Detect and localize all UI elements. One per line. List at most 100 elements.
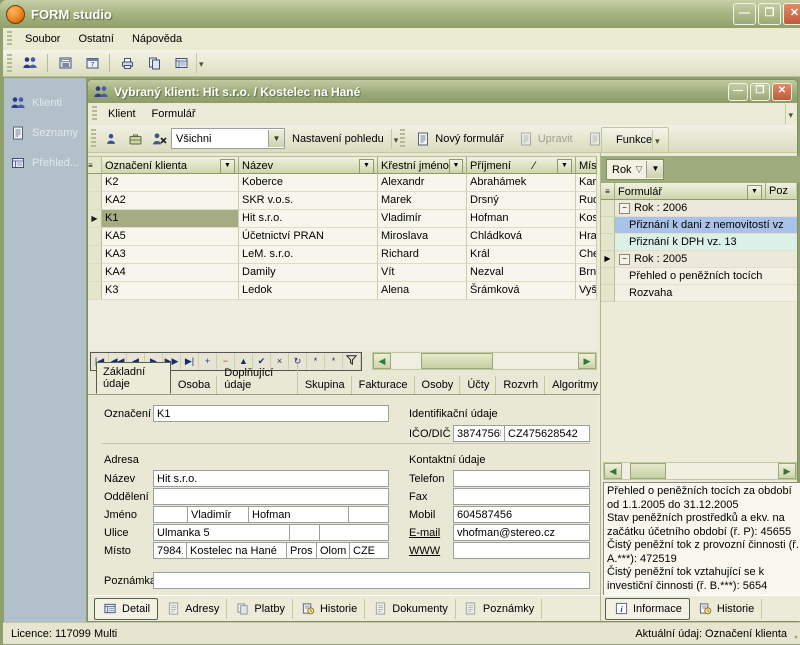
- clients-icon[interactable]: [18, 52, 42, 74]
- tab-osoba[interactable]: Osoba: [172, 376, 217, 394]
- column-header-oznaceni[interactable]: Označení klienta ▼: [102, 157, 239, 174]
- cell[interactable]: Vít: [378, 264, 467, 282]
- menu-ostatni[interactable]: Ostatní: [70, 30, 121, 48]
- menu-napoveda[interactable]: Nápověda: [124, 30, 190, 48]
- column-header-nazev[interactable]: Název ▼: [239, 157, 378, 174]
- table-row-selected[interactable]: ▶ K1 Hit s.r.o. Vladimír Hofman Kost: [88, 210, 597, 228]
- close-button[interactable]: ✕: [783, 3, 800, 25]
- tab-informace[interactable]: Informace: [605, 598, 690, 620]
- menubar-grip[interactable]: [7, 31, 12, 46]
- group-cell[interactable]: −Rok : 2006: [615, 200, 797, 217]
- dic-field[interactable]: [504, 425, 590, 442]
- cell[interactable]: Alexandr: [378, 174, 467, 192]
- tab-ucty[interactable]: Účty: [461, 376, 496, 394]
- header-indicator[interactable]: ≡: [88, 157, 102, 174]
- filter-dropdown-icon[interactable]: ▼: [449, 159, 463, 174]
- child-minimize-button[interactable]: —: [728, 83, 748, 101]
- copy-icon[interactable]: [142, 52, 166, 74]
- menu-formular[interactable]: Formulář: [144, 105, 204, 123]
- calculator-icon[interactable]: [53, 52, 77, 74]
- telefon-field[interactable]: [453, 470, 590, 487]
- cell[interactable]: Marek: [378, 192, 467, 210]
- cell[interactable]: Damily: [239, 264, 378, 282]
- functions-button[interactable]: Funkce ▾: [601, 127, 669, 153]
- stat-field[interactable]: [349, 542, 389, 559]
- client-filter-select[interactable]: Všichni ▼: [171, 128, 285, 149]
- cell[interactable]: Cheb: [576, 246, 597, 264]
- cell[interactable]: Rudn: [576, 192, 597, 210]
- scroll-left-icon[interactable]: ◀: [604, 463, 622, 479]
- toolbar-grip[interactable]: [400, 129, 405, 148]
- chevron-down-icon[interactable]: ▼: [646, 161, 663, 178]
- kraj-field[interactable]: [316, 542, 350, 559]
- resize-grip[interactable]: [793, 628, 800, 640]
- cell[interactable]: Abrahámek: [467, 174, 576, 192]
- cell[interactable]: SKR v.o.s.: [239, 192, 378, 210]
- email-link-label[interactable]: E-mail: [409, 527, 440, 539]
- new-form-button[interactable]: Nový formulář: [408, 129, 510, 149]
- form-item-label[interactable]: Rozvaha: [615, 285, 797, 302]
- group-cell[interactable]: −Rok : 2005: [615, 251, 797, 268]
- scrollbar-thumb[interactable]: [630, 463, 666, 479]
- tab-platby[interactable]: Platby: [227, 599, 293, 619]
- column-header-krestni[interactable]: Křestní jméno ▼: [378, 157, 467, 174]
- chevron-down-icon[interactable]: ▼: [268, 130, 284, 147]
- okres-field[interactable]: [286, 542, 317, 559]
- www-link-label[interactable]: WWW: [409, 545, 440, 557]
- column-header-prijmeni[interactable]: Příjmení ∕ ▼: [467, 157, 576, 174]
- cell[interactable]: Ledok: [239, 282, 378, 300]
- tab-historie[interactable]: Historie: [293, 599, 365, 619]
- tab-detail[interactable]: Detail: [94, 598, 158, 620]
- ico-field[interactable]: [453, 425, 505, 442]
- tab-rozvrh[interactable]: Rozvrh: [497, 376, 545, 394]
- jmeno-field[interactable]: [187, 506, 249, 523]
- scroll-left-icon[interactable]: ◀: [373, 353, 391, 369]
- sidebar-item-prehled[interactable]: Přehled...: [4, 148, 86, 178]
- cell[interactable]: Brno: [576, 264, 597, 282]
- cell[interactable]: Kost: [576, 210, 597, 228]
- cell[interactable]: Alena: [378, 282, 467, 300]
- cell[interactable]: Hit s.r.o.: [239, 210, 378, 228]
- tab-skupina[interactable]: Skupina: [299, 376, 352, 394]
- filter-icon[interactable]: [343, 353, 361, 370]
- www-field[interactable]: [453, 542, 590, 559]
- tab-poznamky[interactable]: Poznámky: [456, 599, 542, 619]
- nav-bookmark-button[interactable]: *: [307, 353, 325, 370]
- horizontal-scrollbar[interactable]: ◀ ▶: [603, 462, 797, 480]
- ulice-field[interactable]: [153, 524, 290, 541]
- nav-goto-bookmark-button[interactable]: *: [325, 353, 343, 370]
- psc-field[interactable]: [153, 542, 187, 559]
- filter-dropdown-icon[interactable]: ▼: [747, 185, 762, 200]
- filter-dropdown-icon[interactable]: ▼: [557, 159, 572, 174]
- table-row[interactable]: KA3 LeM. s.r.o. Richard Král Cheb: [88, 246, 597, 264]
- collapse-icon[interactable]: −: [619, 203, 630, 214]
- table-row[interactable]: KA2 SKR v.o.s. Marek Drsný Rudn: [88, 192, 597, 210]
- person-icon[interactable]: [99, 128, 123, 150]
- tab-dokumenty[interactable]: Dokumenty: [365, 599, 456, 619]
- print-icon[interactable]: [115, 52, 139, 74]
- scroll-right-icon[interactable]: ▶: [578, 353, 596, 369]
- fax-field[interactable]: [453, 488, 590, 505]
- tree-item-row[interactable]: Přehled o peněžních tocích: [601, 268, 797, 285]
- tree-group-row-current[interactable]: ▶ −Rok : 2005: [601, 251, 797, 268]
- titul-field[interactable]: [153, 506, 188, 523]
- cell[interactable]: Vyšk: [576, 282, 597, 300]
- nav-insert-button[interactable]: +: [199, 353, 217, 370]
- scroll-right-icon[interactable]: ▶: [778, 463, 796, 479]
- child-close-button[interactable]: ✕: [772, 83, 792, 101]
- cell[interactable]: Karv: [576, 174, 597, 192]
- misto-field[interactable]: [186, 542, 287, 559]
- column-header-formular[interactable]: Formulář ▼: [615, 183, 766, 200]
- tree-item-row-selected[interactable]: Přiznání k dani z nemovitostí vz: [601, 217, 797, 234]
- toolbar-overflow-icon[interactable]: ▾: [391, 129, 401, 149]
- minimize-button[interactable]: —: [733, 3, 756, 25]
- toolbar-overflow-icon[interactable]: ▾: [196, 53, 206, 73]
- view-settings-button[interactable]: Nastavení pohledu: [285, 130, 391, 148]
- cislo-orientacni-field[interactable]: [319, 524, 389, 541]
- cell[interactable]: Miroslava: [378, 228, 467, 246]
- cell[interactable]: Účetnictví PRAN: [239, 228, 378, 246]
- child-restore-button[interactable]: ❐: [750, 83, 770, 101]
- column-header-poz[interactable]: Poz: [766, 183, 797, 200]
- tree-group-row[interactable]: −Rok : 2006: [601, 200, 797, 217]
- email-field[interactable]: [453, 524, 590, 541]
